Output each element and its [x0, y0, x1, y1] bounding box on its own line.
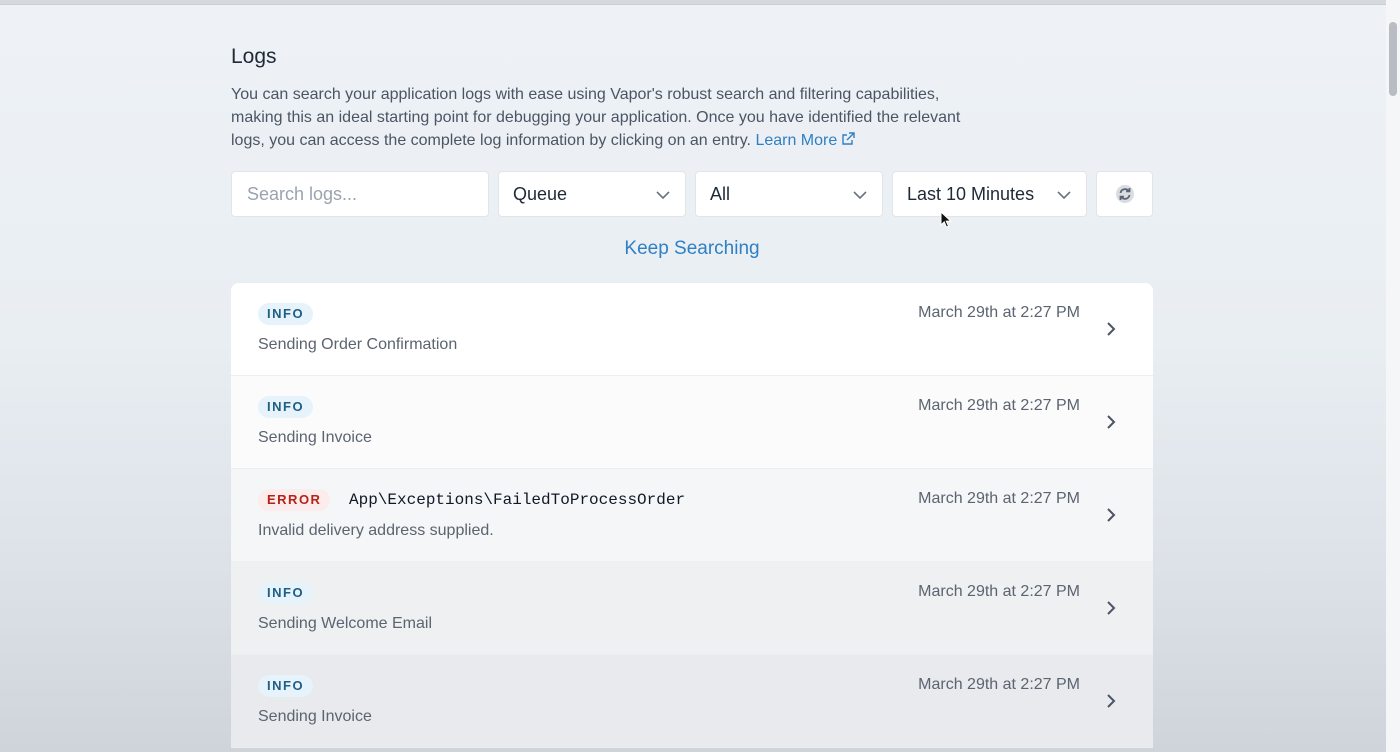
log-message: Sending Order Confirmation [258, 336, 458, 353]
level-select-value: All [710, 183, 731, 204]
level-badge: INFO [258, 582, 314, 604]
scrollbar-thumb[interactable] [1389, 22, 1397, 96]
log-timestamp: March 29th at 2:27 PM [918, 397, 1080, 414]
chevron-down-icon [656, 191, 670, 200]
page-scrollbar[interactable] [1386, 0, 1400, 752]
chevron-right-icon [1107, 601, 1116, 615]
level-select[interactable]: All [695, 171, 883, 217]
level-badge: INFO [258, 396, 314, 418]
chevron-right-icon [1107, 322, 1116, 336]
page-description: You can search your application logs wit… [231, 83, 991, 152]
log-message: Sending Welcome Email [258, 615, 433, 632]
search-field[interactable] [231, 171, 489, 217]
source-select-value: Queue [513, 183, 568, 204]
log-timestamp: March 29th at 2:27 PM [918, 676, 1080, 693]
chevron-down-icon [853, 191, 867, 200]
source-select[interactable]: Queue [498, 171, 686, 217]
chevron-down-icon [1057, 191, 1071, 200]
log-entry-row[interactable]: INFO Sending Invoice March 29th at 2:27 … [231, 655, 1153, 748]
log-entry-row[interactable]: ERROR App\Exceptions\FailedToProcessOrde… [231, 469, 1153, 562]
time-range-select[interactable]: Last 10 Minutes [892, 171, 1087, 217]
log-entry-row[interactable]: INFO Sending Order Confirmation March 29… [231, 283, 1153, 376]
log-list: INFO Sending Order Confirmation March 29… [231, 283, 1153, 748]
level-badge: ERROR [258, 489, 331, 511]
chevron-right-icon [1107, 508, 1116, 522]
log-timestamp: March 29th at 2:27 PM [918, 304, 1080, 321]
level-badge: INFO [258, 303, 314, 325]
exception-class: App\Exceptions\FailedToProcessOrder [349, 491, 686, 509]
chevron-right-icon [1107, 694, 1116, 708]
log-timestamp: March 29th at 2:27 PM [918, 490, 1080, 507]
log-timestamp: March 29th at 2:27 PM [918, 583, 1080, 600]
log-message: Sending Invoice [258, 429, 372, 446]
browser-top-edge [0, 0, 1400, 5]
time-range-value: Last 10 Minutes [907, 183, 1035, 204]
learn-more-link[interactable]: Learn More [755, 132, 855, 149]
chevron-right-icon [1107, 415, 1116, 429]
refresh-button[interactable] [1096, 171, 1153, 217]
mouse-cursor-icon [940, 211, 952, 228]
filter-bar: Queue All Last 10 Minutes [231, 171, 1153, 217]
log-entry-row[interactable]: INFO Sending Invoice March 29th at 2:27 … [231, 376, 1153, 469]
logs-page: Logs You can search your application log… [231, 40, 1153, 748]
log-entry-row[interactable]: INFO Sending Welcome Email March 29th at… [231, 562, 1153, 655]
log-message: Sending Invoice [258, 708, 372, 725]
log-message: Invalid delivery address supplied. [258, 522, 494, 539]
refresh-icon [1115, 185, 1134, 203]
level-badge: INFO [258, 675, 314, 697]
external-link-icon [842, 132, 855, 145]
learn-more-label: Learn More [755, 132, 838, 149]
search-input[interactable] [247, 183, 477, 205]
keep-searching-link[interactable]: Keep Searching [231, 238, 1153, 260]
page-title: Logs [231, 45, 277, 68]
